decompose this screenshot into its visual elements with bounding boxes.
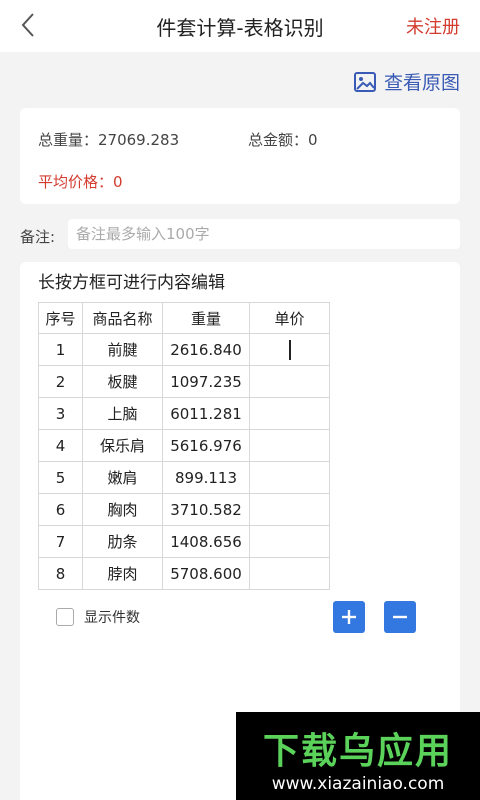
cell-weight[interactable]: 1408.656 bbox=[162, 525, 250, 558]
table-row: 8 脖肉 5708.600 bbox=[38, 557, 330, 590]
cell-weight[interactable]: 2616.840 bbox=[162, 333, 250, 366]
cell-index[interactable]: 2 bbox=[38, 365, 83, 398]
cell-product-name[interactable]: 脖肉 bbox=[82, 557, 163, 590]
cell-weight[interactable]: 5708.600 bbox=[162, 557, 250, 590]
watermark-logo: 下载乌应用 bbox=[262, 731, 453, 772]
cell-unit-price[interactable] bbox=[249, 429, 330, 462]
cell-weight[interactable]: 6011.281 bbox=[162, 397, 250, 430]
cell-unit-price[interactable] bbox=[249, 397, 330, 430]
cell-product-name[interactable]: 胸肉 bbox=[82, 493, 163, 526]
cell-index[interactable]: 1 bbox=[38, 333, 83, 366]
cell-index[interactable]: 8 bbox=[38, 557, 83, 590]
table-row: 1 前腱 2616.840 bbox=[38, 333, 330, 366]
header-index: 序号 bbox=[38, 302, 83, 334]
view-original-button[interactable]: 查看原图 bbox=[353, 68, 460, 95]
cell-unit-price[interactable] bbox=[249, 525, 330, 558]
minus-icon bbox=[393, 615, 407, 619]
cell-unit-price[interactable] bbox=[249, 333, 330, 366]
text-caret bbox=[288, 339, 291, 360]
total-amount: 总金额：0 bbox=[248, 131, 318, 149]
image-icon bbox=[353, 71, 376, 92]
show-count-checkbox[interactable] bbox=[56, 608, 74, 626]
cell-unit-price[interactable] bbox=[249, 493, 330, 526]
plus-icon bbox=[342, 610, 356, 624]
view-original-label: 查看原图 bbox=[383, 72, 460, 94]
table-row: 3 上脑 6011.281 bbox=[38, 397, 330, 430]
cell-index[interactable]: 5 bbox=[38, 461, 83, 494]
header-unit-price: 单价 bbox=[249, 302, 330, 334]
cell-product-name[interactable]: 保乐肩 bbox=[82, 429, 163, 462]
cell-index[interactable]: 7 bbox=[38, 525, 83, 558]
header-bar: 件套计算-表格识别 未注册 bbox=[0, 0, 480, 52]
average-price: 平均价格：0 bbox=[38, 173, 123, 191]
table-row: 6 胸肉 3710.582 bbox=[38, 493, 330, 526]
table-row: 4 保乐肩 5616.976 bbox=[38, 429, 330, 462]
table-row: 2 板腱 1097.235 bbox=[38, 365, 330, 398]
table-row: 7 肋条 1408.656 bbox=[38, 525, 330, 558]
summary-card: 总重量：27069.283 总金额：0 平均价格：0 bbox=[20, 108, 460, 204]
cell-index[interactable]: 6 bbox=[38, 493, 83, 526]
show-count-toggle[interactable]: 显示件数 bbox=[56, 607, 140, 627]
cell-weight[interactable]: 3710.582 bbox=[162, 493, 250, 526]
header-product-name: 商品名称 bbox=[82, 302, 163, 334]
cell-product-name[interactable]: 板腱 bbox=[82, 365, 163, 398]
table-row: 5 嫩肩 899.113 bbox=[38, 461, 330, 494]
cell-weight[interactable]: 5616.976 bbox=[162, 429, 250, 462]
register-link[interactable]: 未注册 bbox=[406, 13, 460, 39]
cell-unit-price[interactable] bbox=[249, 557, 330, 590]
show-count-label: 显示件数 bbox=[84, 610, 140, 626]
cell-product-name[interactable]: 嫩肩 bbox=[82, 461, 163, 494]
cell-index[interactable]: 4 bbox=[38, 429, 83, 462]
cell-product-name[interactable]: 上脑 bbox=[82, 397, 163, 430]
remark-label: 备注: bbox=[20, 228, 56, 246]
header-weight: 重量 bbox=[162, 302, 250, 334]
cell-weight[interactable]: 1097.235 bbox=[162, 365, 250, 398]
cell-weight[interactable]: 899.113 bbox=[162, 461, 250, 494]
edit-hint: 长按方框可进行内容编辑 bbox=[38, 273, 225, 293]
remove-row-button[interactable] bbox=[384, 601, 416, 633]
cell-product-name[interactable]: 肋条 bbox=[82, 525, 163, 558]
cell-unit-price[interactable] bbox=[249, 461, 330, 494]
remark-input[interactable] bbox=[68, 219, 460, 249]
items-table: 序号 商品名称 重量 单价 1 前腱 2616.840 2 板腱 1097.23… bbox=[38, 302, 330, 590]
add-row-button[interactable] bbox=[333, 601, 365, 633]
watermark-banner: 下载乌应用 www.xiazainiao.com bbox=[236, 712, 480, 800]
table-header-row: 序号 商品名称 重量 单价 bbox=[38, 302, 330, 334]
total-weight: 总重量：27069.283 bbox=[38, 131, 180, 149]
watermark-url: www.xiazainiao.com bbox=[271, 774, 445, 794]
cell-unit-price[interactable] bbox=[249, 365, 330, 398]
cell-product-name[interactable]: 前腱 bbox=[82, 333, 163, 366]
cell-index[interactable]: 3 bbox=[38, 397, 83, 430]
